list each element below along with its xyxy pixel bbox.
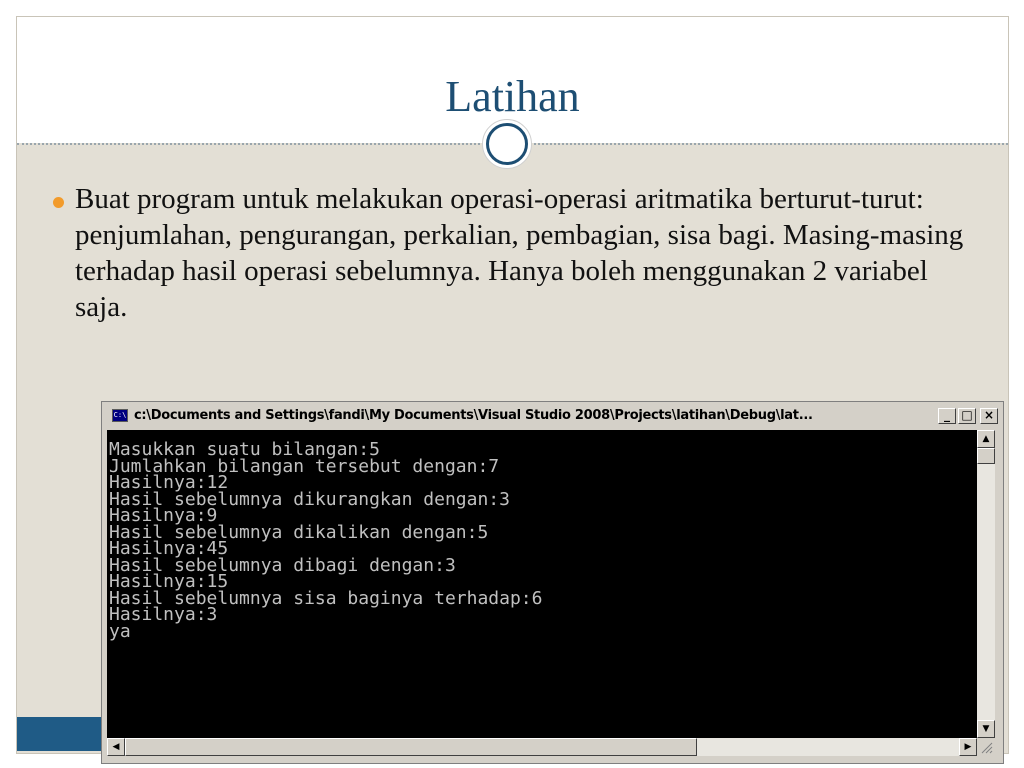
bullet-text: Buat program untuk melakukan operasi-ope… xyxy=(75,183,964,323)
command-prompt-icon[interactable]: C:\ xyxy=(112,409,128,422)
arrow-up-icon[interactable]: ▲ xyxy=(977,430,995,448)
console-titlebar[interactable]: C:\ c:\Documents and Settings\fandi\My D… xyxy=(105,405,1000,427)
vertical-scrollbar[interactable]: ▲ ▼ xyxy=(977,430,995,738)
arrow-down-icon[interactable]: ▼ xyxy=(977,720,995,738)
horizontal-scroll-thumb[interactable] xyxy=(125,738,697,756)
slide-title: Latihan xyxy=(445,72,580,121)
vertical-scroll-thumb[interactable] xyxy=(977,448,995,464)
window-title: c:\Documents and Settings\fandi\My Docum… xyxy=(134,408,813,423)
console-line: Hasilnya:3 xyxy=(109,604,218,625)
console-output[interactable]: Masukkan suatu bilangan:5 Jumlahkan bilan… xyxy=(107,430,977,738)
bullet-icon xyxy=(53,197,64,208)
resize-grip-icon[interactable] xyxy=(979,740,993,754)
console-lines: Masukkan suatu bilangan:5 Jumlahkan bilan… xyxy=(107,441,542,642)
close-button[interactable]: × xyxy=(980,408,998,424)
arrow-left-icon[interactable]: ◀ xyxy=(107,738,125,756)
console-window[interactable]: C:\ c:\Documents and Settings\fandi\My D… xyxy=(101,401,1004,764)
console-line: ya xyxy=(109,620,131,642)
minimize-button[interactable]: _ xyxy=(938,408,956,424)
divider-ornament-ring xyxy=(486,123,528,165)
horizontal-scrollbar[interactable]: ◀ ▶ xyxy=(107,738,977,756)
maximize-button[interactable]: □ xyxy=(958,408,976,424)
arrow-right-icon[interactable]: ▶ xyxy=(959,738,977,756)
